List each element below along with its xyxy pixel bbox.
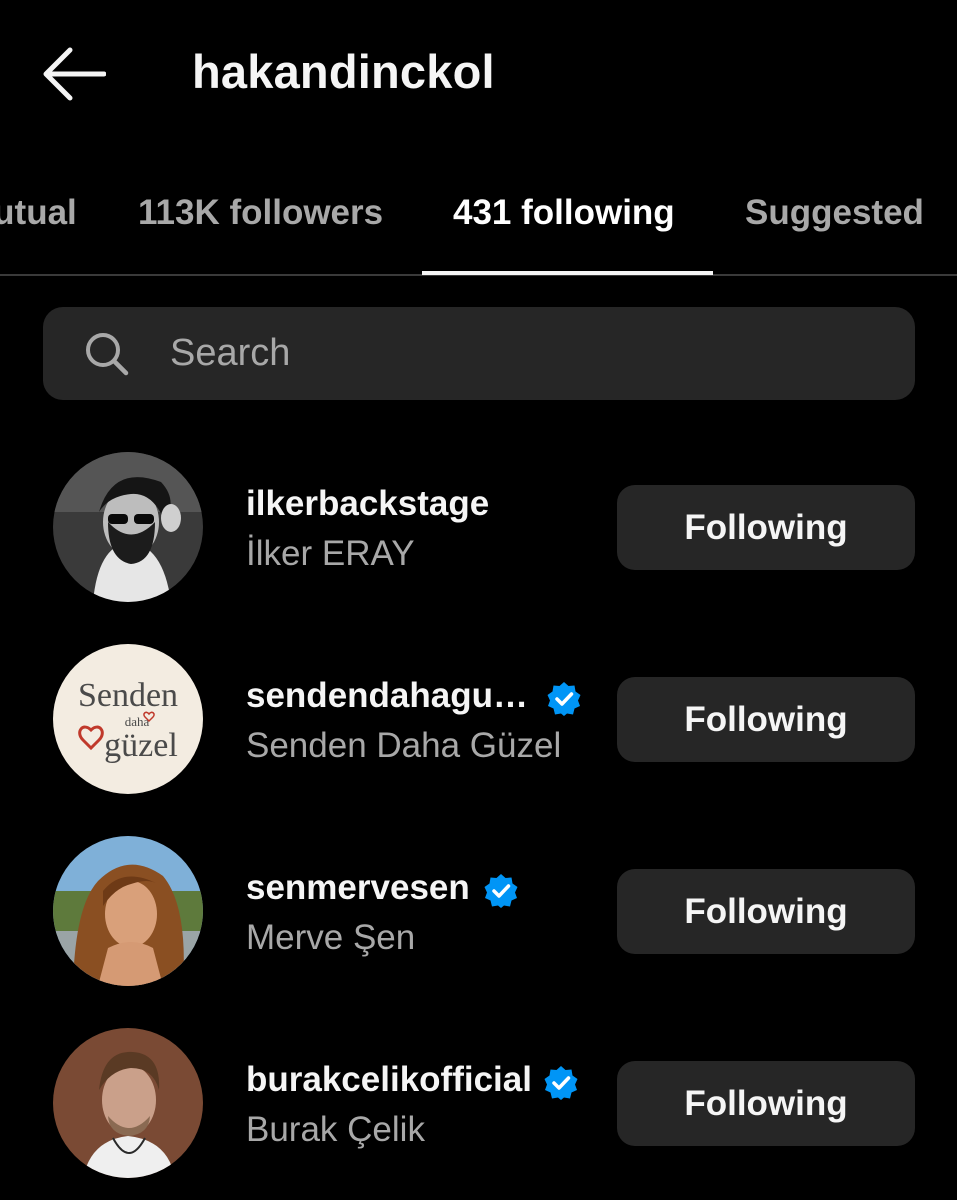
logo-avatar-icon: Senden daha güzel	[53, 644, 203, 794]
avatar-logo-text: güzel	[104, 727, 178, 764]
profile-photo-icon	[53, 1028, 203, 1178]
avatar[interactable]	[53, 1028, 203, 1178]
tab-mutual[interactable]: Mutual	[0, 193, 77, 233]
search-icon	[86, 333, 129, 376]
avatar-logo-text: Senden	[78, 677, 178, 714]
verified-badge-icon	[484, 874, 518, 908]
profile-username-title: hakandinckol	[192, 45, 495, 98]
active-tab-indicator	[422, 271, 713, 275]
account-row: Senden daha güzel sendendahagu… Senden D…	[0, 644, 957, 804]
avatar[interactable]: Senden daha güzel	[53, 644, 203, 794]
profile-photo-icon	[53, 836, 203, 986]
profile-photo-icon	[53, 452, 203, 602]
account-username: sendendahagu…	[246, 676, 528, 715]
arrow-left-icon	[43, 47, 107, 101]
account-username: senmervesen	[246, 868, 470, 907]
following-button[interactable]: Following	[617, 1061, 915, 1146]
following-button[interactable]: Following	[617, 869, 915, 954]
account-username: ilkerbackstage	[246, 484, 490, 523]
search-input[interactable]	[170, 323, 870, 383]
tab-bar: Mutual 113K followers 431 following Sugg…	[0, 175, 957, 277]
account-row: burakcelikofficial Burak Çelik Following	[0, 1028, 957, 1188]
verified-badge-icon	[547, 682, 581, 716]
top-bar: hakandinckol	[0, 0, 957, 150]
tab-following[interactable]: 431 following	[453, 193, 675, 233]
account-full-name: Merve Şen	[246, 918, 416, 957]
avatar[interactable]	[53, 836, 203, 986]
avatar[interactable]	[53, 452, 203, 602]
account-full-name: Burak Çelik	[246, 1110, 425, 1149]
verified-badge-icon	[544, 1066, 578, 1100]
account-full-name: İlker ERAY	[246, 534, 415, 573]
following-button[interactable]: Following	[617, 677, 915, 762]
account-row: ilkerbackstage İlker ERAY Following	[0, 452, 957, 612]
tab-suggested[interactable]: Suggested	[745, 193, 924, 233]
back-button[interactable]	[40, 42, 110, 106]
tab-followers[interactable]: 113K followers	[138, 193, 383, 233]
account-row: senmervesen Merve Şen Following	[0, 836, 957, 996]
account-username: burakcelikofficial	[246, 1060, 532, 1099]
account-full-name: Senden Daha Güzel	[246, 726, 562, 765]
following-button[interactable]: Following	[617, 485, 915, 570]
